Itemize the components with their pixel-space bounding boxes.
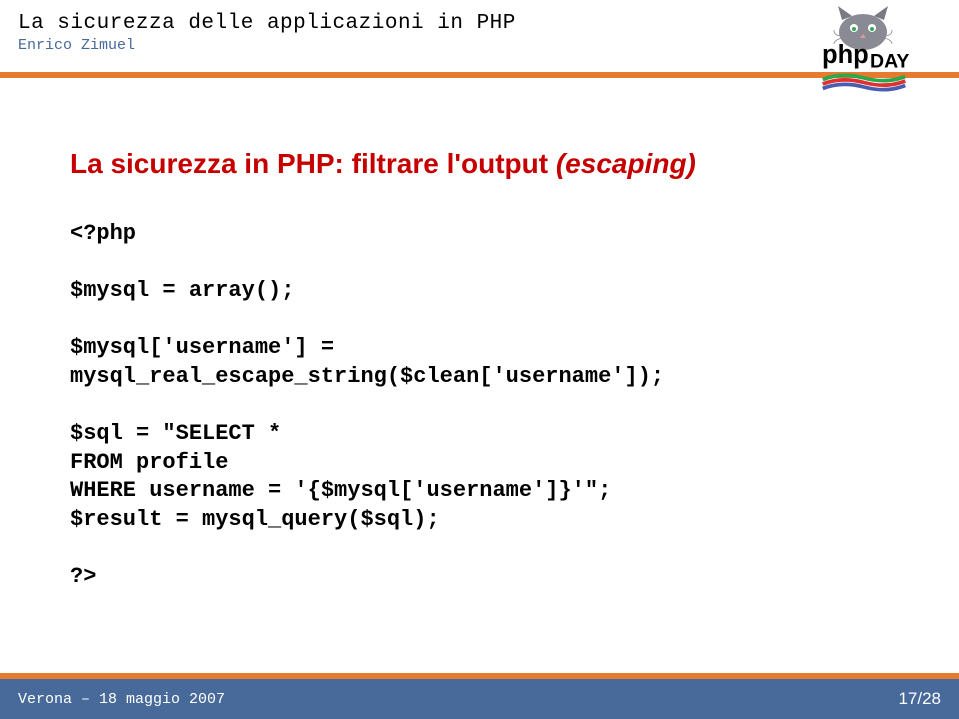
- logo-php-text: php: [822, 41, 869, 69]
- phpday-logo: php DAY: [799, 4, 939, 114]
- php-day-text-icon: php DAY: [804, 36, 924, 96]
- logo-day-text: DAY: [870, 51, 909, 73]
- footer-location-date: Verona – 18 maggio 2007: [18, 691, 225, 708]
- slide-title-italic: (escaping): [556, 148, 696, 179]
- slide-content: La sicurezza in PHP: filtrare l'output (…: [0, 78, 959, 592]
- slide-title-main: La sicurezza in PHP: filtrare l'output: [70, 148, 556, 179]
- code-block: <?php $mysql = array(); $mysql['username…: [70, 220, 889, 592]
- footer-page-number: 17/28: [898, 689, 941, 709]
- slide-title: La sicurezza in PHP: filtrare l'output (…: [70, 148, 889, 180]
- footer-bar: Verona – 18 maggio 2007 17/28: [0, 679, 959, 719]
- slide-footer: Verona – 18 maggio 2007 17/28: [0, 673, 959, 719]
